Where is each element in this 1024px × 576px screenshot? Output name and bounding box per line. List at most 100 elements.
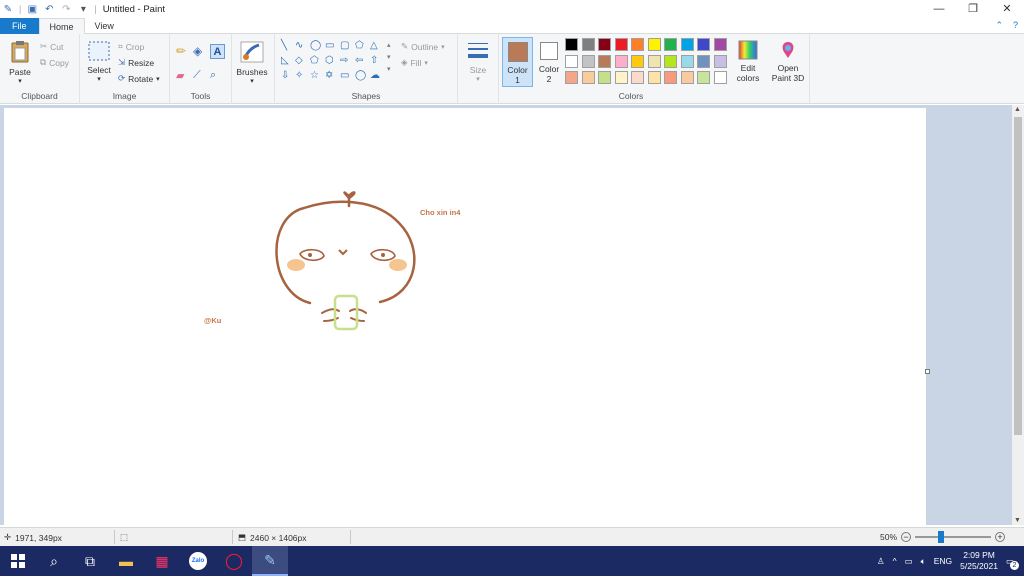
down-arrow-shape-icon[interactable]: ⇩ bbox=[281, 70, 289, 81]
zalo-icon[interactable]: Zalo bbox=[180, 546, 216, 576]
scroll-down-icon[interactable]: ▼ bbox=[1014, 517, 1021, 524]
tab-file[interactable]: File bbox=[0, 17, 39, 34]
color-swatch[interactable] bbox=[713, 54, 727, 68]
color-swatch[interactable] bbox=[598, 38, 611, 51]
minimize-button[interactable]: — bbox=[922, 0, 956, 18]
color2-button[interactable]: Color 2 bbox=[535, 37, 563, 87]
shapes-gallery[interactable]: ╲ ∿ ◯ ▭ ▢ ⬠ △ ◺ ◇ ⬠ ⬡ ⇨ ⇦ ⇧ ⇩ ✧ ☆ ✡ ▭ ◯ … bbox=[279, 40, 387, 86]
color-swatch[interactable] bbox=[713, 71, 727, 84]
scroll-up-icon[interactable]: ▲ bbox=[1014, 106, 1021, 113]
clock[interactable]: 2:09 PM 5/25/2021 bbox=[960, 550, 998, 572]
color-swatch[interactable] bbox=[713, 38, 727, 51]
vertical-scrollbar[interactable]: ▲ ▼ bbox=[1012, 105, 1024, 525]
color-swatch[interactable] bbox=[614, 54, 628, 68]
polygon-shape-icon[interactable]: ⬠ bbox=[355, 40, 364, 51]
customize-qat-icon[interactable]: ▾ bbox=[77, 4, 89, 15]
triangle-shape-icon[interactable]: △ bbox=[370, 40, 378, 51]
tab-view[interactable]: View bbox=[85, 18, 124, 34]
edit-colors-button[interactable]: Edit colors bbox=[733, 40, 763, 83]
fill-button[interactable]: ◈ Fill ▾ bbox=[401, 57, 428, 68]
diamond-shape-icon[interactable]: ◇ bbox=[295, 55, 303, 66]
rectangle-shape-icon[interactable]: ▭ bbox=[325, 40, 334, 51]
battery-icon[interactable]: ▭ bbox=[905, 556, 913, 567]
color-swatch[interactable] bbox=[581, 54, 595, 68]
select-dropdown-icon[interactable]: ▾ bbox=[84, 75, 114, 83]
close-button[interactable]: ✕ bbox=[990, 0, 1024, 18]
text-tool-icon[interactable]: A bbox=[210, 44, 225, 59]
opera-icon[interactable]: ◯ bbox=[216, 546, 252, 576]
color-swatch[interactable] bbox=[565, 38, 578, 51]
color-swatch[interactable] bbox=[631, 54, 644, 68]
hexagon-shape-icon[interactable]: ⬡ bbox=[325, 55, 334, 66]
color-swatch[interactable] bbox=[680, 54, 694, 68]
eraser-icon[interactable]: ▰ bbox=[176, 69, 193, 82]
color-swatch[interactable] bbox=[631, 38, 644, 51]
rotate-button[interactable]: ⟳ Rotate ▾ bbox=[118, 73, 160, 84]
file-explorer-icon[interactable]: ▬ bbox=[108, 546, 144, 576]
color-swatch[interactable] bbox=[697, 54, 710, 68]
color-swatch[interactable] bbox=[664, 54, 677, 68]
resize-button[interactable]: ⇲ Resize bbox=[118, 57, 154, 68]
show-hidden-icons[interactable]: ^ bbox=[893, 556, 897, 566]
paste-dropdown-icon[interactable]: ▾ bbox=[6, 77, 34, 85]
tab-home[interactable]: Home bbox=[38, 17, 85, 35]
color1-button[interactable]: Color 1 bbox=[502, 37, 533, 87]
task-view-icon[interactable]: ⧉ bbox=[72, 546, 108, 576]
color-swatch[interactable] bbox=[664, 71, 677, 84]
shapes-scroll[interactable]: ▴ ▾ ▾ bbox=[387, 40, 391, 76]
store-app-icon[interactable]: ▦ bbox=[144, 546, 180, 576]
right-triangle-shape-icon[interactable]: ◺ bbox=[281, 55, 289, 66]
collapse-ribbon-icon[interactable]: ⌃ bbox=[995, 20, 1003, 31]
color-swatch[interactable] bbox=[664, 38, 677, 51]
four-point-star-shape-icon[interactable]: ✧ bbox=[295, 70, 303, 81]
oval-shape-icon[interactable]: ◯ bbox=[310, 40, 321, 51]
cut-button[interactable]: ✂ Cut bbox=[40, 41, 63, 52]
paint-app-icon[interactable]: ✎ bbox=[2, 4, 14, 15]
color-swatch[interactable] bbox=[680, 38, 694, 51]
redo-icon[interactable]: ↷ bbox=[60, 4, 72, 15]
callout-cloud-shape-icon[interactable]: ☁ bbox=[370, 70, 380, 81]
color-swatch[interactable] bbox=[647, 38, 661, 51]
drawing-canvas[interactable]: Cho xin in4 @Ku bbox=[4, 108, 926, 525]
paste-button[interactable]: Paste ▾ bbox=[6, 40, 34, 85]
line-shape-icon[interactable]: ╲ bbox=[281, 40, 287, 51]
color-swatch[interactable] bbox=[697, 38, 710, 51]
color-swatch[interactable] bbox=[614, 71, 628, 84]
zoom-slider-thumb[interactable] bbox=[938, 531, 945, 543]
six-point-star-shape-icon[interactable]: ✡ bbox=[325, 70, 333, 81]
five-point-star-shape-icon[interactable]: ☆ bbox=[310, 70, 319, 81]
callout-rect-shape-icon[interactable]: ▭ bbox=[340, 70, 349, 81]
open-paint3d-button[interactable]: Open Paint 3D bbox=[769, 40, 807, 83]
color-swatch[interactable] bbox=[680, 71, 694, 84]
search-icon[interactable]: ⌕ bbox=[36, 546, 72, 576]
save-icon[interactable]: ▣ bbox=[26, 4, 38, 15]
start-button[interactable] bbox=[0, 546, 36, 576]
right-arrow-shape-icon[interactable]: ⇨ bbox=[340, 55, 348, 66]
crop-button[interactable]: ⌗ Crop bbox=[118, 41, 144, 52]
color-swatch[interactable] bbox=[631, 71, 644, 84]
help-icon[interactable]: ? bbox=[1013, 20, 1018, 31]
color-swatch[interactable] bbox=[614, 38, 628, 51]
size-button[interactable]: Size ▾ bbox=[462, 40, 494, 83]
pencil-icon[interactable]: ✏ bbox=[176, 44, 193, 59]
zoom-in-icon[interactable]: + bbox=[995, 532, 1006, 542]
up-arrow-shape-icon[interactable]: ⇧ bbox=[370, 55, 378, 66]
canvas-resize-handle[interactable] bbox=[925, 369, 930, 374]
undo-icon[interactable]: ↶ bbox=[43, 4, 55, 15]
outline-button[interactable]: ✎ Outline ▾ bbox=[401, 41, 445, 52]
paint-taskbar-icon[interactable]: ✎ bbox=[252, 546, 288, 576]
color-swatch[interactable] bbox=[565, 54, 578, 68]
color-swatch[interactable] bbox=[598, 71, 611, 84]
zoom-out-icon[interactable]: − bbox=[901, 532, 912, 542]
color-swatch[interactable] bbox=[647, 71, 661, 84]
copy-button[interactable]: ⧉ Copy bbox=[40, 57, 69, 68]
vertical-scroll-thumb[interactable] bbox=[1014, 117, 1022, 435]
left-arrow-shape-icon[interactable]: ⇦ bbox=[355, 55, 363, 66]
select-button[interactable]: Select ▾ bbox=[84, 40, 114, 83]
volume-icon[interactable]: 🔈︎ bbox=[921, 556, 926, 567]
zoom-slider[interactable] bbox=[915, 531, 992, 543]
color-swatch[interactable] bbox=[598, 54, 611, 68]
restore-button[interactable]: ❐ bbox=[956, 0, 990, 18]
rounded-rect-shape-icon[interactable]: ▢ bbox=[340, 40, 349, 51]
color-swatch[interactable] bbox=[697, 71, 710, 84]
